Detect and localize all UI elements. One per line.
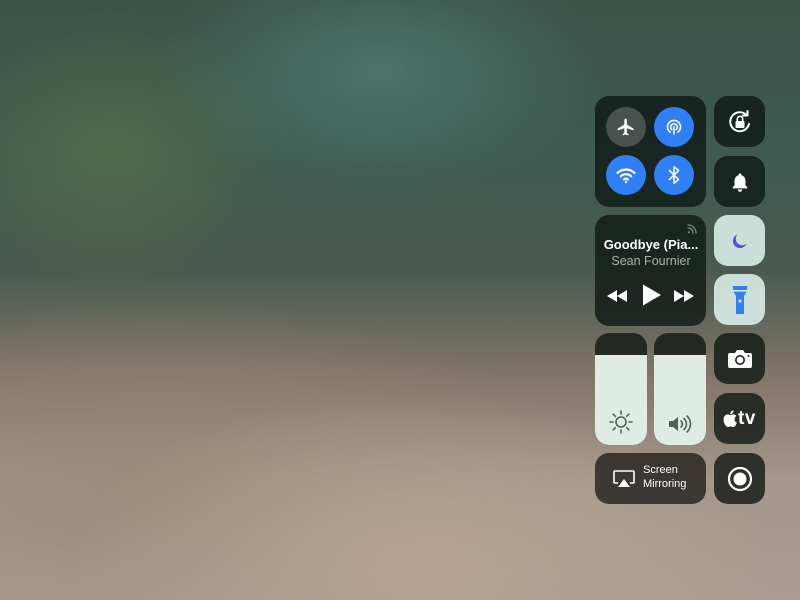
now-playing-artist: Sean Fournier (611, 254, 691, 268)
rewind-icon (607, 290, 627, 302)
fast-forward-button[interactable] (672, 287, 696, 305)
screen-mirroring-button[interactable]: Screen Mirroring (595, 453, 706, 504)
bluetooth-toggle[interactable] (654, 155, 694, 195)
volume-icon (669, 415, 692, 433)
record-icon (727, 466, 752, 491)
screen-mirroring-label-line2: Mirroring (643, 478, 687, 490)
play-button[interactable] (640, 283, 662, 307)
airplane-mode-toggle[interactable] (606, 107, 646, 147)
flashlight-icon (732, 285, 747, 314)
brightness-icon (609, 410, 633, 434)
airplane-icon (617, 118, 634, 136)
flashlight-button[interactable] (714, 274, 765, 325)
now-playing-panel: Goodbye (Pia... Sean Fournier (595, 215, 706, 326)
apple-tv-remote-button[interactable]: tv (714, 393, 765, 444)
screen-mirroring-icon (613, 470, 635, 487)
airplay-audio-icon[interactable] (686, 221, 700, 235)
brightness-slider[interactable] (595, 333, 647, 445)
wifi-icon (616, 168, 636, 184)
rotation-lock-icon (728, 109, 750, 132)
screen-recording-button[interactable] (714, 453, 765, 504)
do-not-disturb-button[interactable] (714, 215, 765, 266)
rewind-button[interactable] (605, 287, 629, 305)
rotation-lock-button[interactable] (714, 96, 765, 147)
apple-tv-label: tv (738, 407, 756, 429)
fast-forward-icon (674, 290, 694, 302)
volume-slider[interactable] (654, 333, 706, 445)
camera-button[interactable] (714, 333, 765, 384)
camera-icon (727, 349, 752, 368)
wifi-toggle[interactable] (606, 155, 646, 195)
airdrop-icon (666, 119, 682, 135)
bluetooth-icon (668, 165, 680, 185)
moon-icon (732, 233, 747, 248)
play-icon (643, 284, 661, 306)
silent-mode-button[interactable] (714, 156, 765, 207)
bell-icon (732, 172, 747, 192)
airdrop-toggle[interactable] (654, 107, 694, 147)
connectivity-panel (595, 96, 706, 207)
screen-mirroring-label-line1: Screen (643, 464, 678, 476)
now-playing-title: Goodbye (Pia... (603, 237, 699, 252)
apple-logo-icon (723, 410, 737, 427)
